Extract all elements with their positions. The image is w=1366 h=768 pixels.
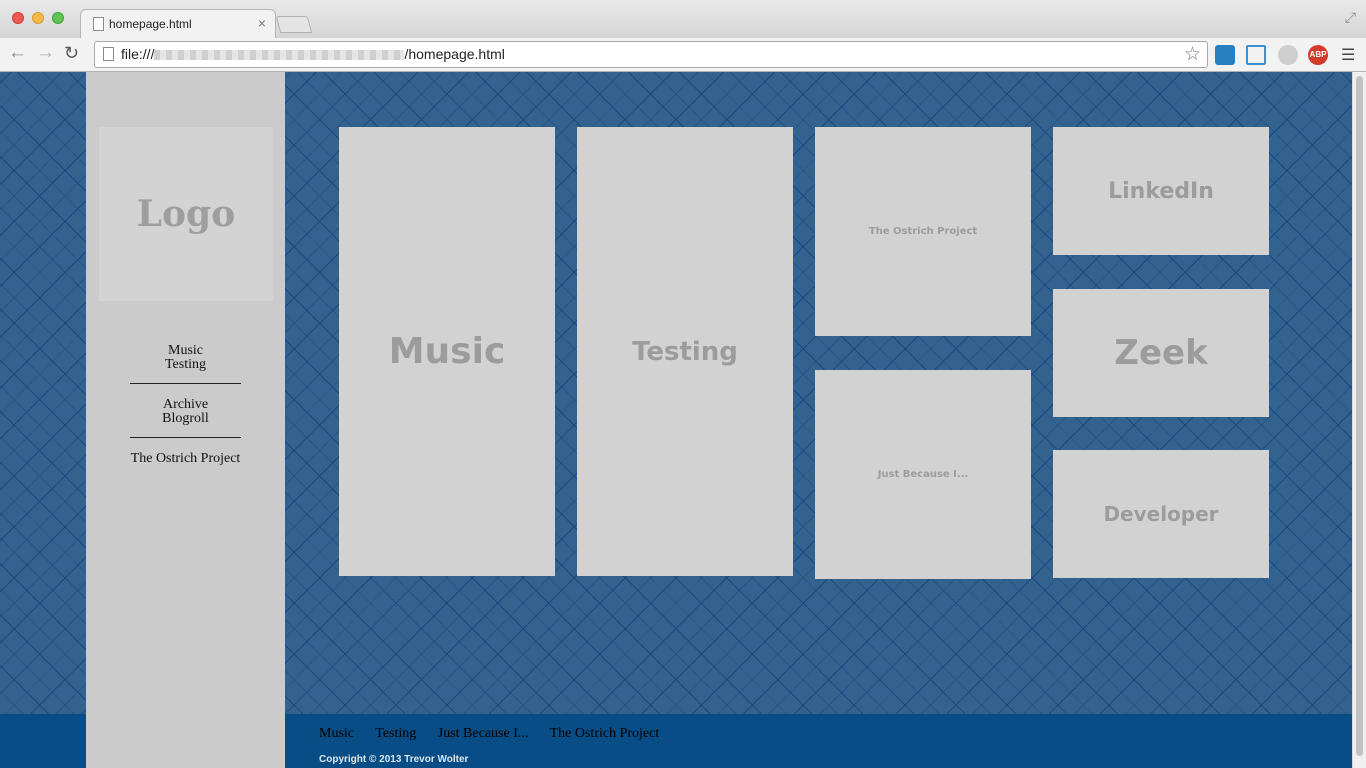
- close-window-button[interactable]: [12, 12, 24, 24]
- sidebar-link-archive[interactable]: Archive: [86, 398, 285, 412]
- browser-tab[interactable]: homepage.html ×: [80, 9, 276, 38]
- url-text[interactable]: file:////homepage.html: [121, 46, 505, 62]
- sidebar: Logo Music Testing Archive Blogroll The …: [86, 72, 285, 768]
- footer-link-ostrich-project[interactable]: The Ostrich Project: [550, 726, 660, 741]
- vertical-scrollbar[interactable]: [1352, 72, 1366, 768]
- page-viewport: Logo Music Testing Archive Blogroll The …: [0, 72, 1352, 768]
- tile-developer[interactable]: Developer: [1053, 450, 1269, 578]
- tile-zeek[interactable]: Zeek: [1053, 289, 1269, 417]
- bookmark-star-icon[interactable]: ☆: [1184, 43, 1201, 66]
- scrollbar-thumb[interactable]: [1356, 76, 1363, 756]
- tab-title: homepage.html: [109, 17, 192, 31]
- tile-music[interactable]: Music: [339, 127, 555, 576]
- sidebar-group: The Ostrich Project: [86, 452, 285, 466]
- address-bar[interactable]: file:////homepage.html ☆: [94, 41, 1208, 68]
- footer-link-testing[interactable]: Testing: [375, 726, 416, 741]
- browser-toolbar: ← → ↻ file:////homepage.html ☆ ABP ☰: [0, 38, 1366, 72]
- sidebar-footer-extension: [86, 714, 285, 768]
- page-icon: [93, 17, 104, 31]
- browser-tab-bar: homepage.html × ⤢: [0, 0, 1366, 38]
- sidebar-link-music[interactable]: Music: [86, 344, 285, 358]
- sidebar-nav: Music Testing Archive Blogroll The Ostri…: [86, 344, 285, 466]
- tile-linkedin[interactable]: LinkedIn: [1053, 127, 1269, 255]
- zoom-window-button[interactable]: [52, 12, 64, 24]
- forward-arrow-icon[interactable]: →: [36, 42, 55, 64]
- back-arrow-icon[interactable]: ←: [8, 42, 27, 64]
- tile-just-because[interactable]: Just Because I...: [815, 370, 1031, 579]
- extension-screen-icon[interactable]: [1246, 45, 1266, 65]
- new-tab-button[interactable]: [275, 16, 313, 33]
- menu-icon[interactable]: ☰: [1341, 45, 1355, 65]
- sidebar-divider: [130, 383, 241, 384]
- tile-ostrich-project[interactable]: The Ostrich Project: [815, 127, 1031, 336]
- sidebar-link-testing[interactable]: Testing: [86, 358, 285, 372]
- sidebar-group: Archive Blogroll: [86, 398, 285, 426]
- copyright-text: Copyright © 2013 Trevor Wolter: [319, 754, 469, 765]
- footer-nav: Music Testing Just Because I... The Ostr…: [319, 726, 677, 742]
- footer-link-just-because[interactable]: Just Because I...: [438, 726, 529, 741]
- footer-link-music[interactable]: Music: [319, 726, 354, 741]
- sidebar-link-blogroll[interactable]: Blogroll: [86, 412, 285, 426]
- extension-quote-icon[interactable]: [1278, 45, 1298, 65]
- redacted-path: [154, 50, 405, 61]
- logo[interactable]: Logo: [99, 127, 273, 301]
- sidebar-divider: [130, 437, 241, 438]
- adblock-icon[interactable]: ABP: [1308, 45, 1328, 65]
- sidebar-link-ostrich-project[interactable]: The Ostrich Project: [86, 452, 285, 466]
- tile-testing[interactable]: Testing: [577, 127, 793, 576]
- sidebar-group: Music Testing: [86, 344, 285, 372]
- page-icon: [103, 47, 114, 61]
- minimize-window-button[interactable]: [32, 12, 44, 24]
- tab-close-icon[interactable]: ×: [258, 15, 266, 31]
- fullscreen-icon[interactable]: ⤢: [1345, 9, 1356, 26]
- extension-photo-icon[interactable]: [1215, 45, 1235, 65]
- reload-icon[interactable]: ↻: [64, 43, 79, 64]
